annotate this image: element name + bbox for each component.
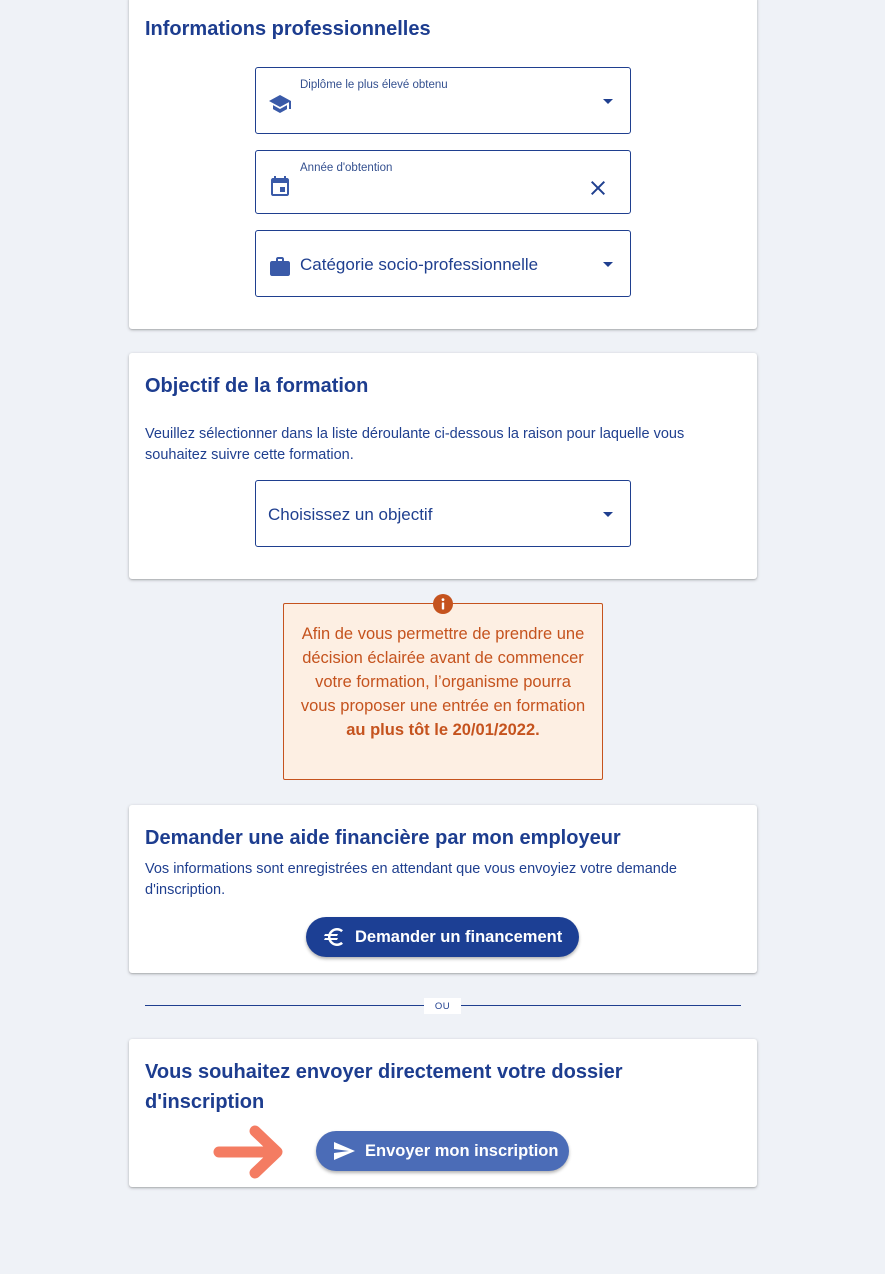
socio-professional-category-value: Catégorie socio-professionnelle <box>300 255 539 274</box>
calendar-icon <box>271 176 289 196</box>
info-icon <box>433 594 453 614</box>
socio-professional-category-select[interactable]: Catégorie socio-professionnelle <box>255 230 631 297</box>
divider-or: OU <box>424 998 461 1014</box>
objective-select[interactable]: Choisissez un objectif <box>255 480 631 547</box>
close-icon[interactable] <box>586 176 610 200</box>
request-funding-button[interactable]: Demander un financement <box>306 917 579 957</box>
chevron-down-icon[interactable] <box>596 502 620 526</box>
graduation-year-label: Année d'obtention <box>300 162 393 174</box>
briefcase-icon <box>270 257 290 276</box>
training-objective-title: Objectif de la formation <box>145 375 369 397</box>
chevron-down-icon[interactable] <box>596 89 620 113</box>
direct-submit-card: Vous souhaitez envoyer directement votre… <box>129 1039 757 1187</box>
professional-info-title: Informations professionnelles <box>145 18 431 40</box>
send-registration-button[interactable]: Envoyer mon inscription <box>316 1131 569 1171</box>
professional-info-card: Informations professionnelles Diplôme le… <box>129 0 757 329</box>
arrow-right-icon <box>213 1125 283 1179</box>
send-icon <box>334 1142 355 1160</box>
request-funding-button-label: Demander un financement <box>355 928 563 946</box>
chevron-down-icon[interactable] <box>596 252 620 276</box>
diploma-select[interactable]: Diplôme le plus élevé obtenu <box>255 67 631 134</box>
start-date-notice: Afin de vous permettre de prendre une dé… <box>283 594 603 780</box>
objective-select-value: Choisissez un objectif <box>268 505 433 524</box>
training-objective-card: Objectif de la formation Veuillez sélect… <box>129 353 757 579</box>
employer-funding-card: Demander une aide financière par mon emp… <box>129 805 757 973</box>
send-registration-button-label: Envoyer mon inscription <box>365 1142 559 1160</box>
employer-funding-title: Demander une aide financière par mon emp… <box>145 827 621 849</box>
start-date-notice-text-start: Afin de vous permettre de prendre une dé… <box>300 625 586 715</box>
graduation-year-field[interactable]: Année d'obtention <box>255 150 631 214</box>
direct-submit-title: Vous souhaitez envoyer directement votre… <box>145 1061 623 1113</box>
diploma-select-label: Diplôme le plus élevé obtenu <box>300 79 448 91</box>
start-date-notice-text: Afin de vous permettre de prendre une dé… <box>298 622 588 742</box>
employer-funding-description: Vos informations sont enregistrées en at… <box>145 861 677 898</box>
euro-icon <box>324 928 343 946</box>
training-objective-description: Veuillez sélectionner dans la liste déro… <box>145 426 685 463</box>
graduation-cap-icon <box>269 95 291 113</box>
start-date-notice-date: au plus tôt le 20/01/2022. <box>346 721 540 739</box>
